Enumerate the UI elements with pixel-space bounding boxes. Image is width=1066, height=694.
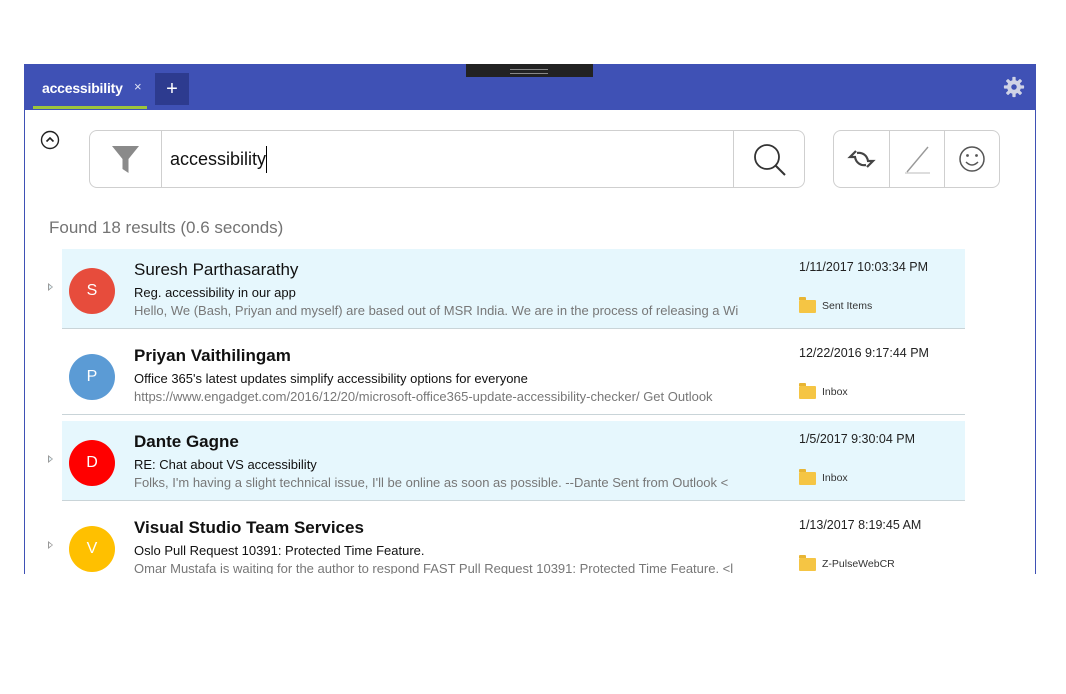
new-tab-button[interactable]: +: [155, 73, 189, 105]
chevron-up-icon[interactable]: [40, 130, 60, 150]
text-caret: [266, 146, 267, 173]
results-list: S Suresh Parthasarathy Reg. accessibilit…: [48, 249, 965, 574]
app-window: accessibility × + accessibility Found 18…: [24, 64, 1036, 574]
avatar: D: [69, 440, 115, 486]
folder-name: Inbox: [822, 386, 848, 398]
list-item[interactable]: P Priyan Vaithilingam Office 365's lates…: [62, 335, 965, 415]
filter-icon: [112, 146, 139, 173]
avatar: V: [69, 526, 115, 572]
title-bar: accessibility × +: [25, 64, 1035, 110]
tab-accessibility[interactable]: accessibility ×: [25, 64, 153, 110]
expand-arrow-icon[interactable]: [48, 541, 53, 549]
folder-icon: [799, 555, 816, 571]
compose-button[interactable]: [889, 131, 945, 187]
subject: Reg. accessibility in our app: [134, 285, 296, 300]
smiley-icon: [959, 146, 985, 172]
avatar: S: [69, 268, 115, 314]
sender-name: Dante Gagne: [134, 432, 239, 451]
tab-label: accessibility: [42, 80, 123, 96]
list-item[interactable]: S Suresh Parthasarathy Reg. accessibilit…: [48, 249, 965, 329]
feedback-button[interactable]: [944, 131, 1000, 187]
expand-arrow-icon[interactable]: [48, 283, 53, 291]
date: 1/11/2017 10:03:34 PM: [799, 260, 929, 274]
sender-name: Suresh Parthasarathy: [134, 260, 299, 279]
search-input[interactable]: [170, 149, 730, 170]
expand-arrow-icon[interactable]: [48, 455, 53, 463]
folder-name: Inbox: [822, 472, 848, 484]
search-button[interactable]: [733, 131, 805, 187]
avatar: P: [69, 354, 115, 400]
list-item[interactable]: D Dante Gagne RE: Chat about VS accessib…: [48, 421, 965, 501]
toolbar: [833, 130, 1000, 188]
drag-handle[interactable]: [466, 64, 593, 77]
active-tab-indicator: [33, 106, 147, 109]
sync-icon: [847, 150, 876, 168]
folder-name: Z-PulseWebCR: [822, 558, 895, 570]
date: 1/13/2017 8:19:45 AM: [799, 518, 922, 532]
date: 1/5/2017 9:30:04 PM: [799, 432, 916, 446]
folder-icon: [799, 297, 816, 313]
results-summary: Found 18 results (0.6 seconds): [49, 218, 284, 237]
subject: Office 365's latest updates simplify acc…: [134, 371, 528, 386]
search-box: [89, 130, 805, 188]
sync-button[interactable]: [834, 131, 889, 187]
sender-name: Priyan Vaithilingam: [134, 346, 291, 365]
filter-button[interactable]: [90, 131, 162, 187]
search-icon: [754, 144, 786, 176]
preview: Omar Mustafa is waiting for the author t…: [134, 561, 734, 574]
date: 12/22/2016 9:17:44 PM: [799, 346, 929, 360]
subject: RE: Chat about VS accessibility: [134, 457, 317, 472]
pen-icon: [905, 146, 930, 174]
folder-name: Sent Items: [822, 300, 873, 312]
preview: Hello, We (Bash, Priyan and myself) are …: [134, 303, 739, 318]
subject: Oslo Pull Request 10391: Protected Time …: [134, 543, 425, 558]
preview: Folks, I'm having a slight technical iss…: [134, 475, 729, 490]
gear-icon[interactable]: [1003, 76, 1025, 98]
list-item[interactable]: V Visual Studio Team Services Oslo Pull …: [48, 507, 965, 574]
preview: https://www.engadget.com/2016/12/20/micr…: [134, 389, 713, 404]
tab-close-button[interactable]: ×: [134, 79, 142, 94]
sender-name: Visual Studio Team Services: [134, 518, 364, 537]
folder-icon: [799, 383, 816, 399]
folder-icon: [799, 469, 816, 485]
